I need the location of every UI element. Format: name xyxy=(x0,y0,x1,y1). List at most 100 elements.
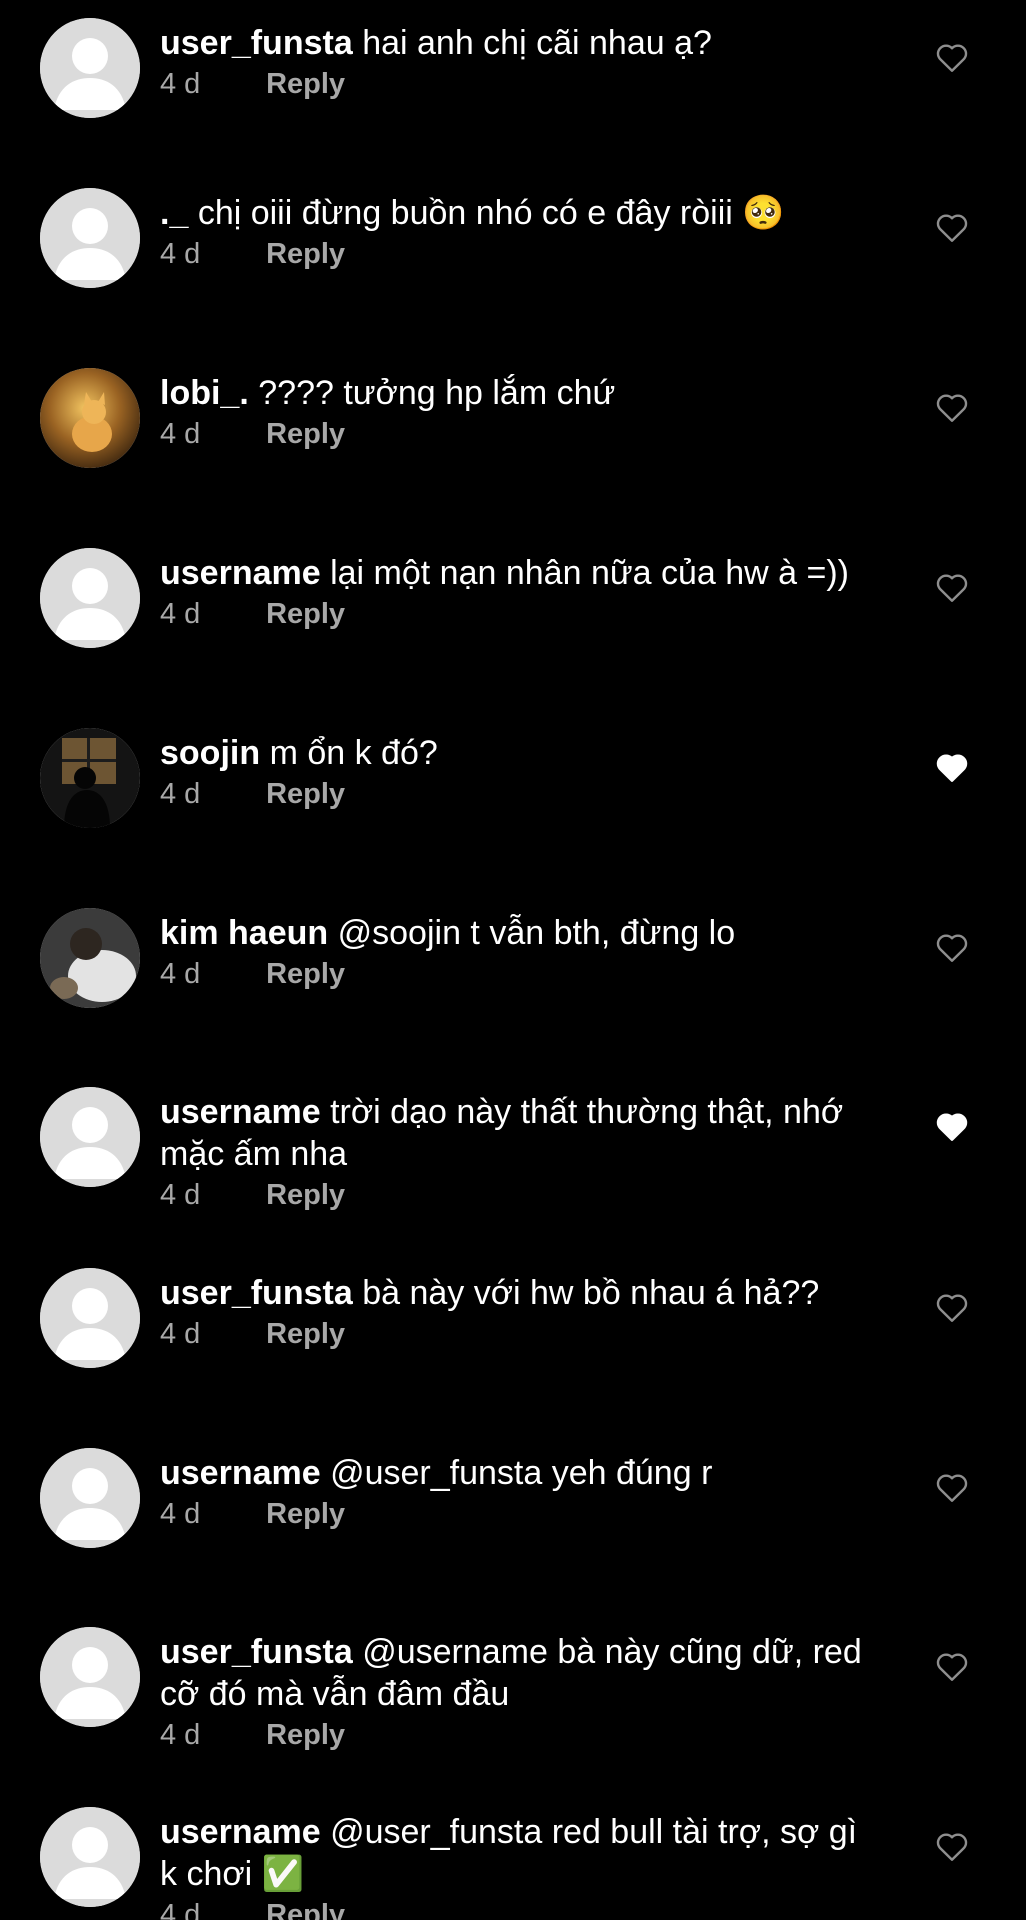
heart-filled-icon xyxy=(936,754,968,782)
avatar[interactable] xyxy=(40,1448,140,1548)
like-button[interactable] xyxy=(934,930,970,966)
reply-button[interactable]: Reply xyxy=(266,1719,345,1751)
comment-meta: 4 d Reply xyxy=(160,1717,880,1753)
comment-timestamp: 4 d xyxy=(160,1179,201,1211)
like-button[interactable] xyxy=(934,1829,970,1865)
silhouette-photo-avatar xyxy=(40,728,140,828)
avatar[interactable] xyxy=(40,908,140,1008)
cat-photo-avatar xyxy=(40,368,140,468)
comment-body: user_funsta @username bà này cũng dữ, re… xyxy=(160,1631,880,1753)
comment-meta: 4 d Reply xyxy=(160,1316,880,1352)
comment-timestamp: 4 d xyxy=(160,418,201,450)
comment-body: kim haeun @soojin t vẫn bth, đừng lo 4 d… xyxy=(160,912,880,992)
comment-message: bà này với hw bồ nhau á hả?? xyxy=(362,1274,820,1312)
default-avatar-icon xyxy=(40,1807,140,1907)
avatar[interactable] xyxy=(40,548,140,648)
comment-meta: 4 d Reply xyxy=(160,956,880,992)
like-button[interactable] xyxy=(934,390,970,426)
comment-timestamp: 4 d xyxy=(160,1719,201,1751)
default-avatar-icon xyxy=(40,188,140,288)
like-button[interactable] xyxy=(934,1290,970,1326)
comment-timestamp: 4 d xyxy=(160,1318,201,1350)
avatar[interactable] xyxy=(40,188,140,288)
person-photo-avatar xyxy=(40,908,140,1008)
avatar[interactable] xyxy=(40,368,140,468)
like-button[interactable] xyxy=(934,1470,970,1506)
comment-timestamp: 4 d xyxy=(160,778,201,810)
avatar[interactable] xyxy=(40,728,140,828)
comment-username[interactable]: username xyxy=(160,1454,321,1492)
comment-body: user_funsta bà này với hw bồ nhau á hả??… xyxy=(160,1272,880,1352)
comment-username[interactable]: username xyxy=(160,1093,321,1131)
comment-text-block: soojin m ổn k đó? xyxy=(160,732,880,774)
like-button[interactable] xyxy=(934,570,970,606)
comment-meta: 4 d Reply xyxy=(160,776,880,812)
heart-outline-icon xyxy=(936,1294,968,1322)
comment-username[interactable]: user_funsta xyxy=(160,24,353,62)
comment-username[interactable]: username xyxy=(160,554,321,592)
comment-meta: 4 d Reply xyxy=(160,236,880,272)
heart-outline-icon xyxy=(936,214,968,242)
heart-outline-icon xyxy=(936,394,968,422)
like-button[interactable] xyxy=(934,1109,970,1145)
comment-username[interactable]: user_funsta xyxy=(160,1633,353,1671)
default-avatar-icon xyxy=(40,18,140,118)
comment-message: lại một nạn nhân nữa của hw à =)) xyxy=(330,554,849,592)
comment-message: ???? tưởng hp lắm chứ xyxy=(258,374,616,412)
comment-timestamp: 4 d xyxy=(160,958,201,990)
comment-username[interactable]: soojin xyxy=(160,734,260,772)
reply-button[interactable]: Reply xyxy=(266,418,345,450)
avatar[interactable] xyxy=(40,1807,140,1907)
avatar[interactable] xyxy=(40,18,140,118)
comment-body: user_funsta hai anh chị cãi nhau ạ? 4 d … xyxy=(160,22,880,102)
like-button[interactable] xyxy=(934,750,970,786)
reply-button[interactable]: Reply xyxy=(266,958,345,990)
comment-meta: 4 d Reply xyxy=(160,596,880,632)
heart-filled-icon xyxy=(936,1113,968,1141)
comment-message: hai anh chị cãi nhau ạ? xyxy=(362,24,712,62)
reply-button[interactable]: Reply xyxy=(266,1899,345,1920)
comment-text-block: username trời dạo này thất thường thật, … xyxy=(160,1091,880,1175)
comment-message: chị oiii đừng buồn nhó có e đây ròiii 🥺 xyxy=(197,194,785,232)
avatar[interactable] xyxy=(40,1087,140,1187)
reply-button[interactable]: Reply xyxy=(266,238,345,270)
comment-username[interactable]: kim haeun xyxy=(160,914,328,952)
comment-meta: 4 d Reply xyxy=(160,1897,880,1920)
reply-button[interactable]: Reply xyxy=(266,778,345,810)
comment-timestamp: 4 d xyxy=(160,1899,201,1920)
default-avatar-icon xyxy=(40,548,140,648)
avatar[interactable] xyxy=(40,1268,140,1368)
reply-button[interactable]: Reply xyxy=(266,598,345,630)
like-button[interactable] xyxy=(934,40,970,76)
comment-username[interactable]: username xyxy=(160,1813,321,1851)
default-avatar-icon xyxy=(40,1627,140,1727)
comment-username[interactable]: lobi_. xyxy=(160,374,249,412)
like-button[interactable] xyxy=(934,1649,970,1685)
comment-timestamp: 4 d xyxy=(160,598,201,630)
like-button[interactable] xyxy=(934,210,970,246)
heart-outline-icon xyxy=(936,1474,968,1502)
comment-username[interactable]: user_funsta xyxy=(160,1274,353,1312)
heart-outline-icon xyxy=(936,934,968,962)
comment-body: lobi_. ???? tưởng hp lắm chứ 4 d Reply xyxy=(160,372,880,452)
comment-text-block: user_funsta bà này với hw bồ nhau á hả?? xyxy=(160,1272,880,1314)
comment-meta: 4 d Reply xyxy=(160,1496,880,1532)
comment-body: username trời dạo này thất thường thật, … xyxy=(160,1091,880,1213)
reply-button[interactable]: Reply xyxy=(266,1318,345,1350)
comment-timestamp: 4 d xyxy=(160,68,201,100)
avatar[interactable] xyxy=(40,1627,140,1727)
reply-button[interactable]: Reply xyxy=(266,1179,345,1211)
comment-meta: 4 d Reply xyxy=(160,66,880,102)
reply-button[interactable]: Reply xyxy=(266,1498,345,1530)
comment-message: @soojin t vẫn bth, đừng lo xyxy=(337,914,736,952)
default-avatar-icon xyxy=(40,1448,140,1548)
reply-button[interactable]: Reply xyxy=(266,68,345,100)
comment-username[interactable]: ._ xyxy=(160,194,188,232)
comment-meta: 4 d Reply xyxy=(160,1177,880,1213)
comment-text-block: user_funsta @username bà này cũng dữ, re… xyxy=(160,1631,880,1715)
default-avatar-icon xyxy=(40,1087,140,1187)
comment-timestamp: 4 d xyxy=(160,1498,201,1530)
heart-outline-icon xyxy=(936,1653,968,1681)
default-avatar-icon xyxy=(40,1268,140,1368)
comment-list[interactable]: user_funsta hai anh chị cãi nhau ạ? 4 d … xyxy=(0,0,1026,1920)
